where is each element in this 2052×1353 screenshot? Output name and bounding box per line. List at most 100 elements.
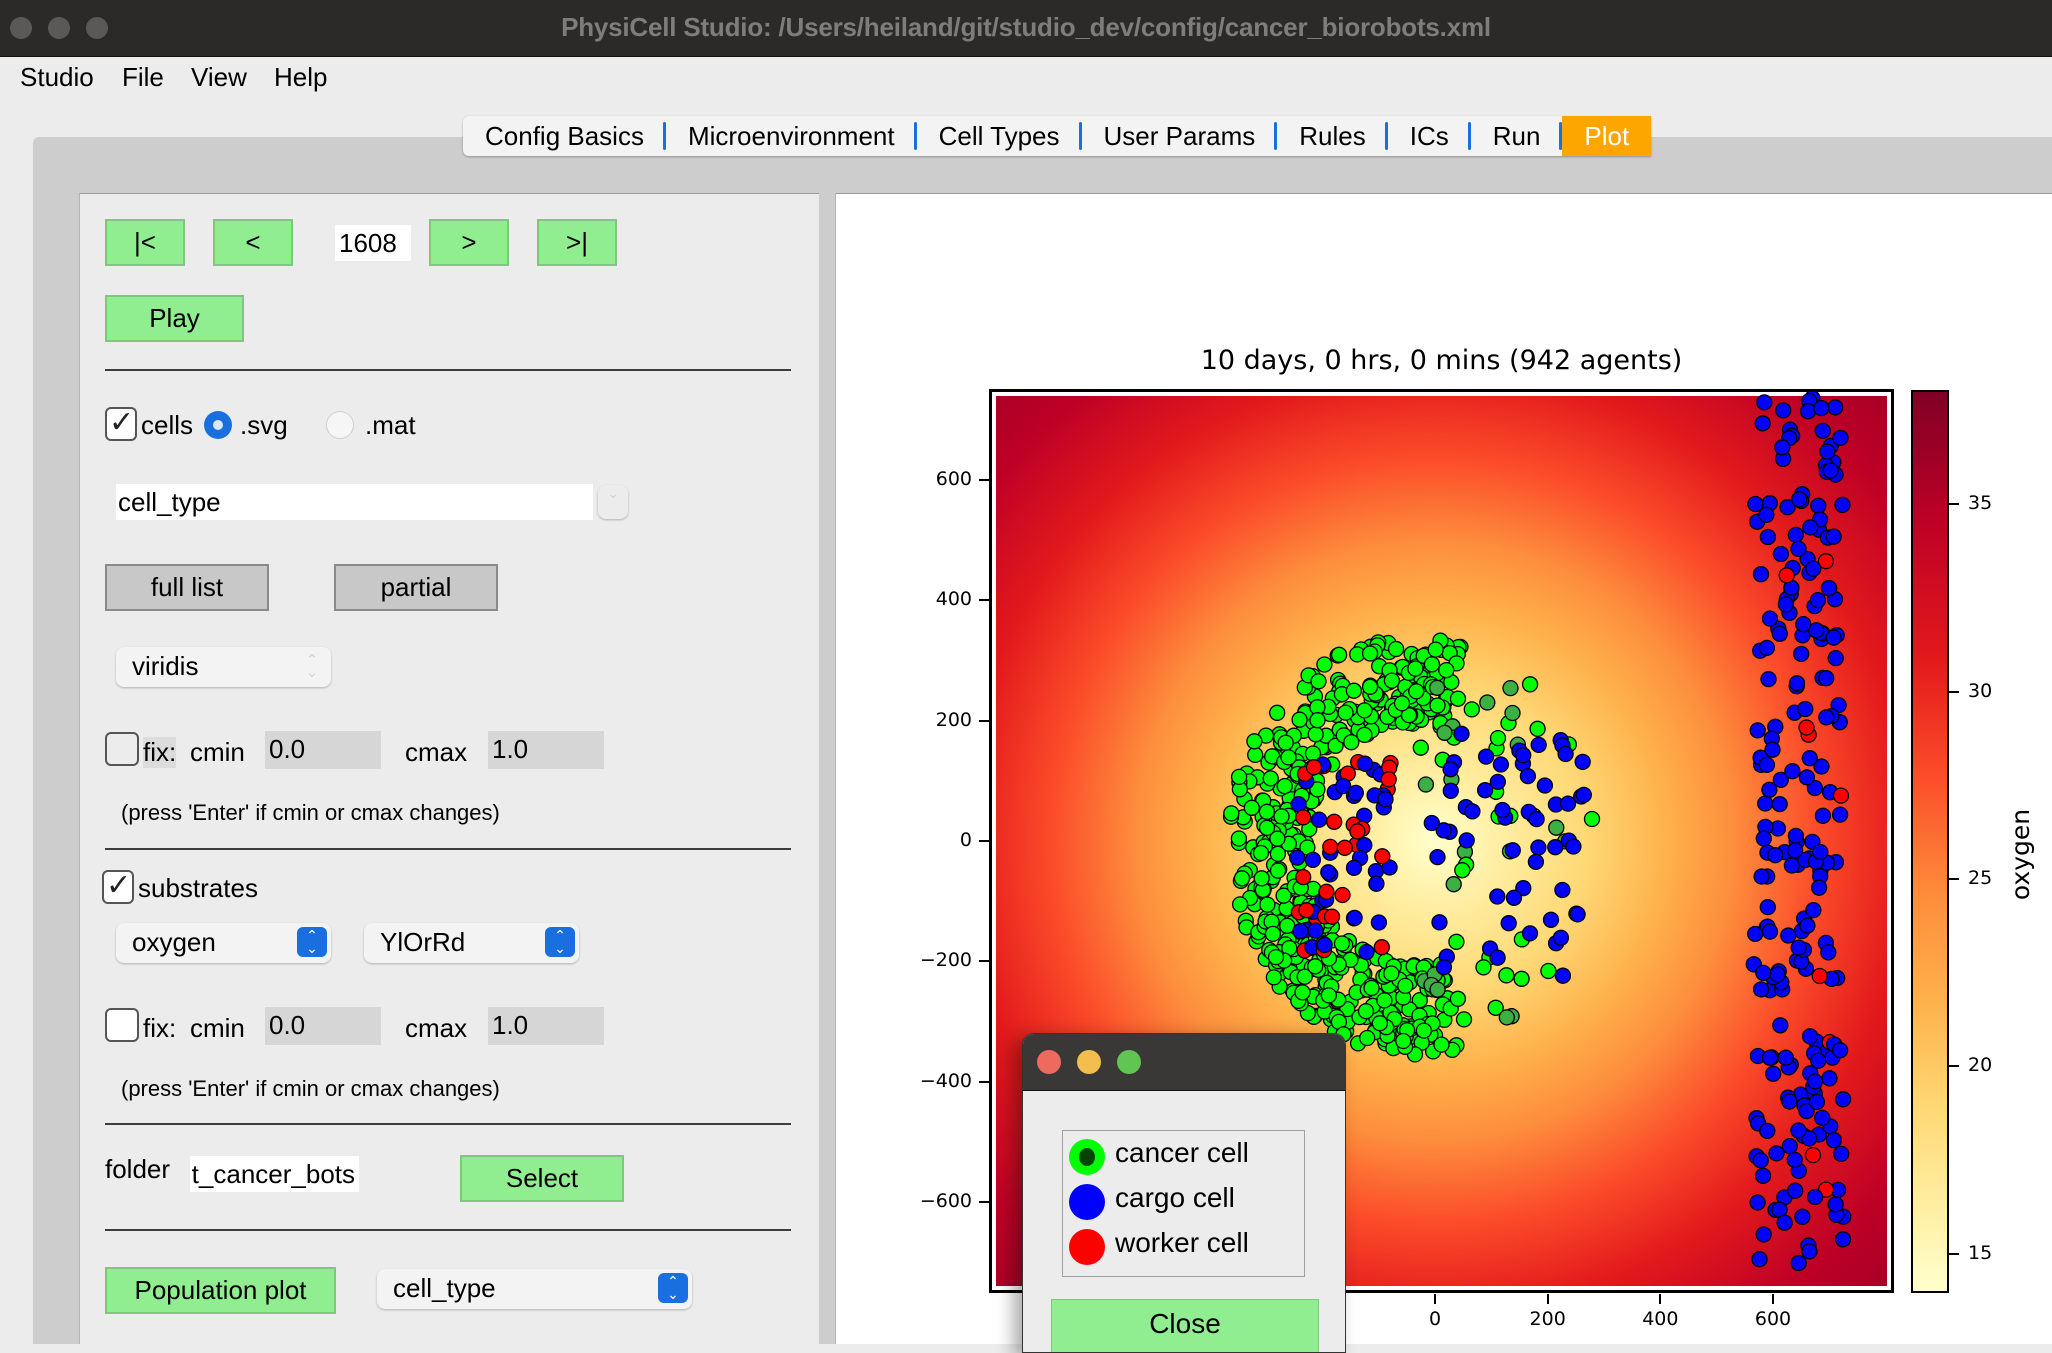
tab-user-params[interactable]: User Params (1082, 116, 1278, 156)
window-title: PhysiCell Studio: /Users/heiland/git/stu… (561, 12, 1491, 42)
cells-label: cells (141, 410, 194, 440)
cell-cmax-input[interactable]: 1.0 (488, 731, 604, 769)
menu-help[interactable]: Help (274, 62, 327, 93)
cancer-cell-marker (1294, 984, 1311, 1001)
cargo-cell-marker (1804, 1146, 1822, 1164)
cell-colormap-select[interactable]: viridis ⌃ ⌄ (116, 647, 331, 687)
population-plot-button[interactable]: Population plot (105, 1267, 336, 1314)
colorbar-label: oxygen (2006, 808, 2036, 901)
substrate-colormap-select[interactable]: YlOrRd ⌃ ⌄ (364, 923, 579, 963)
cargo-cell-marker (1515, 747, 1532, 764)
menu-view[interactable]: View (191, 62, 247, 93)
colorbar-tick-label: 35 (1968, 492, 1993, 515)
panel-splitter[interactable] (819, 193, 835, 1344)
cargo-cell-marker (1776, 1214, 1793, 1231)
substrates-checkbox[interactable] (102, 868, 134, 904)
worker-cell-marker (1336, 839, 1353, 856)
legend-close-button[interactable]: Close (1051, 1299, 1319, 1352)
cargo-cell-marker (1825, 629, 1842, 646)
cargo-cell-marker (1476, 782, 1494, 799)
cancer-cell-marker (1498, 967, 1515, 984)
next-frame-button[interactable]: > (429, 219, 509, 266)
cargo-cell-marker (1810, 1052, 1827, 1069)
menu-studio[interactable]: Studio (20, 62, 94, 93)
first-frame-button[interactable]: |< (105, 219, 185, 266)
cargo-cell-marker (1786, 1151, 1803, 1169)
substrate-select[interactable]: oxygen ⌃ ⌄ (116, 923, 331, 963)
y-tick-label: 200 (935, 708, 972, 731)
population-scalar-select[interactable]: cell_type ⌃ ⌄ (377, 1269, 692, 1309)
cancer-cell-marker (1455, 1011, 1473, 1028)
worker-cell-marker (1307, 922, 1324, 939)
cargo-cell-marker (1752, 1152, 1769, 1169)
play-button[interactable]: Play (105, 295, 244, 342)
legend-window-titlebar[interactable] (1023, 1034, 1345, 1091)
cargo-cell-marker (1808, 1093, 1826, 1111)
colorbar-tick-label: 20 (1968, 1054, 1993, 1077)
legend-window-minimize-icon[interactable] (1077, 1050, 1101, 1074)
folder-input[interactable]: output_cancer_bots (190, 1156, 359, 1192)
mat-radio[interactable] (326, 411, 354, 439)
substrate-fix-checkbox[interactable] (105, 1008, 139, 1042)
updown-chevron-icon: ⌃ ⌄ (658, 1273, 688, 1303)
cell-cmax-label: cmax (405, 737, 468, 767)
cargo-cell-marker (1834, 1231, 1852, 1248)
cancer-cell-marker (1223, 805, 1240, 822)
cargo-cell-marker (1831, 806, 1849, 823)
y-tick-mark (979, 1201, 989, 1203)
cancer-cell-marker (1415, 1022, 1433, 1039)
substrate-cmax-input[interactable]: 1.0 (488, 1007, 604, 1045)
worker-cell-marker (1305, 759, 1323, 776)
cell-cmin-input[interactable]: 0.0 (265, 731, 381, 769)
frame-number-input[interactable]: 1608 (335, 225, 411, 261)
svg-radio[interactable] (204, 411, 232, 439)
last-frame-button[interactable]: >| (537, 219, 617, 266)
tab-microenvironment[interactable]: Microenvironment (666, 116, 917, 156)
cancer-cell-marker (1259, 896, 1276, 913)
cargo-cell-marker (1569, 906, 1586, 923)
cells-checkbox[interactable] (105, 405, 137, 441)
cancer-cell-marker (1264, 925, 1282, 943)
tab-plot[interactable]: Plot (1562, 116, 1652, 156)
cargo-cell-marker (1827, 1196, 1844, 1213)
prev-frame-button[interactable]: < (213, 219, 293, 266)
cargo-cell-marker (1759, 528, 1777, 546)
tab-rules[interactable]: Rules (1277, 116, 1389, 156)
tab-cell-types[interactable]: Cell Types (917, 116, 1082, 156)
cell-scalar-combobox[interactable]: cell_type (116, 484, 593, 520)
legend-window-close-icon[interactable] (1037, 1050, 1061, 1074)
updown-chevron-icon: ⌃ ⌄ (297, 927, 327, 957)
mat-radio-label: .mat (365, 410, 416, 440)
cargo-cell-marker (1552, 929, 1570, 946)
cell-scalar-dropdown[interactable]: ⌄ (598, 485, 628, 519)
cargo-cell-marker (1781, 1137, 1798, 1155)
cargo-cell-marker (1831, 1042, 1849, 1059)
cancer-cell-marker (1498, 1009, 1515, 1026)
cargo-cell-marker (1752, 566, 1770, 583)
cargo-cell-marker (1788, 675, 1806, 692)
legend-window-zoom-icon[interactable] (1117, 1050, 1141, 1074)
colorbar-tick-label: 15 (1968, 1241, 1993, 1264)
tab-ics[interactable]: ICs (1388, 116, 1471, 156)
y-tick-label: 600 (935, 468, 972, 490)
cargo-cell-marker (1310, 811, 1328, 828)
cargo-cell-marker (1758, 756, 1776, 774)
substrate-cmin-input[interactable]: 0.0 (265, 1007, 381, 1045)
cargo-cell-marker (1528, 810, 1545, 828)
cancer-cell-marker (1417, 776, 1435, 793)
full-list-button[interactable]: full list (105, 564, 269, 611)
legend-label: cargo cell (1115, 1182, 1235, 1213)
cancer-cell-marker (1529, 720, 1546, 737)
tab-run[interactable]: Run (1471, 116, 1563, 156)
cell-fix-checkbox[interactable] (105, 732, 139, 766)
y-tick-label: 0 (959, 829, 972, 851)
cargo-cell-marker (1820, 579, 1838, 597)
select-folder-button[interactable]: Select (460, 1155, 624, 1202)
partial-button[interactable]: partial (334, 564, 498, 611)
cancer-cell-marker (1540, 962, 1557, 980)
tab-config-basics[interactable]: Config Basics (463, 116, 666, 156)
menu-file[interactable]: File (122, 62, 164, 93)
cargo-cell-marker (1318, 883, 1335, 900)
cancer-cell-marker (1356, 702, 1373, 719)
cargo-cell-marker (1777, 596, 1795, 613)
